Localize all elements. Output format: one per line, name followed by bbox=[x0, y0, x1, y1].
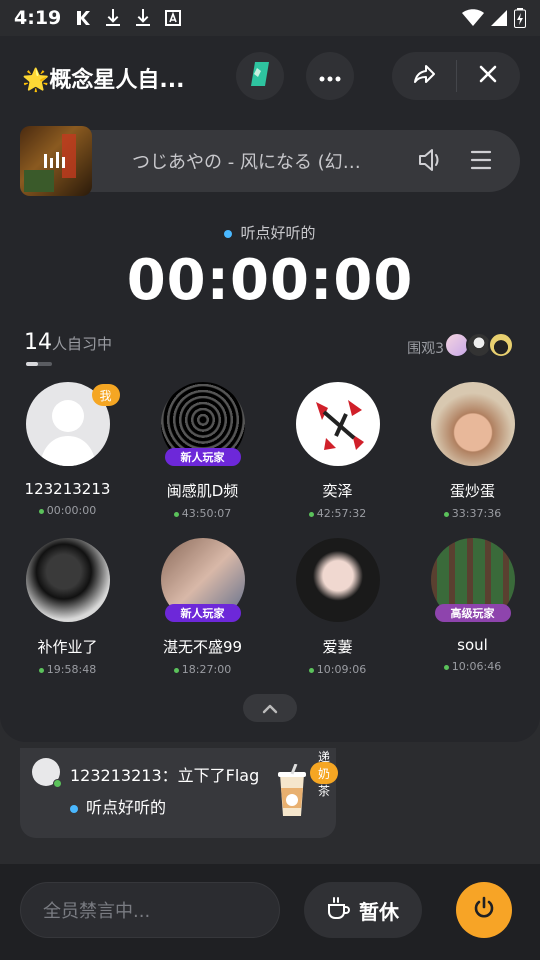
user-time: 10:09:06 bbox=[316, 663, 367, 676]
collapse-button[interactable] bbox=[243, 694, 297, 722]
user-time: 18:27:00 bbox=[181, 663, 232, 676]
close-icon bbox=[479, 65, 497, 87]
share-button[interactable] bbox=[392, 52, 456, 100]
user-time: 19:58:48 bbox=[46, 663, 97, 676]
avatar[interactable]: 高级玩家 bbox=[430, 538, 515, 622]
watch-label[interactable]: 围观3 bbox=[407, 338, 444, 358]
page-indicator bbox=[26, 362, 52, 366]
mode-dot bbox=[70, 804, 78, 813]
online-dot bbox=[53, 779, 62, 788]
senior-player-badge: 高级玩家 bbox=[434, 604, 511, 622]
online-dot bbox=[308, 511, 314, 517]
power-icon bbox=[472, 896, 496, 924]
user-time: 10:06:46 bbox=[451, 660, 502, 673]
user-card[interactable]: 新人玩家 闽感肌D频 43:50:07 bbox=[135, 382, 270, 520]
user-time: 33:37:36 bbox=[451, 507, 502, 520]
feed-avatar[interactable] bbox=[32, 758, 62, 788]
online-dot bbox=[443, 664, 449, 670]
user-name: soul bbox=[457, 636, 488, 654]
online-dot bbox=[173, 667, 179, 673]
status-time: 4:19 bbox=[14, 7, 62, 29]
card-button[interactable] bbox=[236, 52, 284, 100]
chat-input[interactable]: 全员禁言中... bbox=[20, 882, 280, 938]
study-mode: 听点好听的 bbox=[0, 222, 540, 243]
user-name: 123213213 bbox=[24, 480, 111, 498]
avatar[interactable] bbox=[25, 538, 110, 622]
speaker-icon[interactable] bbox=[418, 148, 444, 176]
user-card[interactable]: 高级玩家 soul 10:06:46 bbox=[405, 538, 540, 673]
milk-tea-icon[interactable] bbox=[274, 763, 310, 820]
power-button[interactable] bbox=[456, 882, 512, 938]
online-dot bbox=[38, 508, 44, 514]
playlist-icon[interactable] bbox=[470, 150, 492, 174]
count-number: 14 bbox=[24, 330, 52, 355]
playing-icon bbox=[42, 150, 68, 170]
room-title: 🌟概念星人自... bbox=[22, 68, 185, 93]
song-title[interactable]: つじあやの - 风になる (幻化... bbox=[132, 148, 372, 174]
avatar[interactable] bbox=[295, 538, 380, 622]
feed-mode: 听点好听的 bbox=[86, 798, 167, 817]
coffee-icon bbox=[327, 896, 351, 924]
avatar[interactable] bbox=[295, 382, 380, 466]
album-cover[interactable] bbox=[20, 126, 92, 196]
user-name: 补作业了 bbox=[37, 638, 98, 656]
study-timer: 00:00:00 bbox=[126, 248, 414, 313]
user-card[interactable]: 我 123213213 00:00:00 bbox=[0, 382, 135, 517]
k-app-icon bbox=[75, 10, 91, 26]
signal-icon bbox=[490, 9, 508, 27]
online-dot bbox=[38, 667, 44, 673]
more-button[interactable] bbox=[306, 52, 354, 100]
rest-label: 暂休 bbox=[359, 899, 399, 924]
user-name: 奕泽 bbox=[322, 482, 353, 500]
user-card[interactable]: 补作业了 19:58:48 bbox=[0, 538, 135, 676]
user-name: 蛋炒蛋 bbox=[449, 482, 495, 500]
chevron-up-icon bbox=[262, 699, 278, 718]
new-player-badge: 新人玩家 bbox=[164, 604, 241, 622]
avatar[interactable] bbox=[430, 382, 515, 466]
user-card[interactable]: 蛋炒蛋 33:37:36 bbox=[405, 382, 540, 520]
more-icon bbox=[319, 67, 341, 86]
user-name: 闽感肌D频 bbox=[166, 482, 239, 500]
new-player-badge: 新人玩家 bbox=[164, 448, 241, 466]
user-time: 42:57:32 bbox=[316, 507, 367, 520]
count-text: 人自习中 bbox=[52, 335, 113, 353]
share-icon bbox=[413, 64, 435, 88]
activity-card[interactable]: 123213213：立下了Flag 听点好听的 递奶茶 bbox=[20, 748, 339, 838]
me-badge: 我 bbox=[91, 384, 120, 406]
online-dot bbox=[173, 511, 179, 517]
user-card[interactable]: 新人玩家 湛无不盛99 18:27:00 bbox=[135, 538, 270, 676]
mode-dot bbox=[224, 229, 233, 238]
card-icon bbox=[249, 61, 271, 91]
download-icon bbox=[135, 9, 151, 27]
window-controls bbox=[392, 52, 520, 100]
watcher-avatar[interactable] bbox=[488, 332, 514, 358]
status-bar: 4:19 bbox=[0, 0, 540, 36]
avatar[interactable]: 新人玩家 bbox=[160, 382, 245, 466]
avatar[interactable]: 新人玩家 bbox=[160, 538, 245, 622]
a-app-icon bbox=[165, 10, 182, 26]
avatar[interactable]: 我 bbox=[25, 382, 120, 466]
user-card[interactable]: 奕泽 42:57:32 bbox=[270, 382, 405, 520]
study-count: 14人自习中 bbox=[24, 330, 112, 355]
user-time: 43:50:07 bbox=[181, 507, 232, 520]
rest-button[interactable]: 暂休 bbox=[304, 882, 422, 938]
mode-label: 听点好听的 bbox=[240, 224, 316, 242]
top-bar: 🌟概念星人自... bbox=[0, 50, 540, 102]
user-name: 湛无不盛99 bbox=[162, 638, 243, 656]
user-name: 爱萋 bbox=[322, 638, 353, 656]
online-dot bbox=[308, 667, 314, 673]
bottom-bar: 全员禁言中... 暂休 bbox=[0, 864, 540, 960]
music-player[interactable]: つじあやの - 风になる (幻化... bbox=[20, 126, 520, 196]
feed-message: 123213213：立下了Flag bbox=[70, 766, 260, 785]
online-dot bbox=[443, 511, 449, 517]
battery-icon bbox=[514, 8, 526, 28]
user-time: 00:00:00 bbox=[46, 504, 97, 517]
user-card[interactable]: 爱萋 10:09:06 bbox=[270, 538, 405, 676]
close-button[interactable] bbox=[457, 52, 521, 100]
download-icon bbox=[105, 9, 121, 27]
send-milk-tea-tag[interactable]: 递奶茶 bbox=[310, 750, 339, 798]
wifi-icon bbox=[462, 9, 484, 27]
